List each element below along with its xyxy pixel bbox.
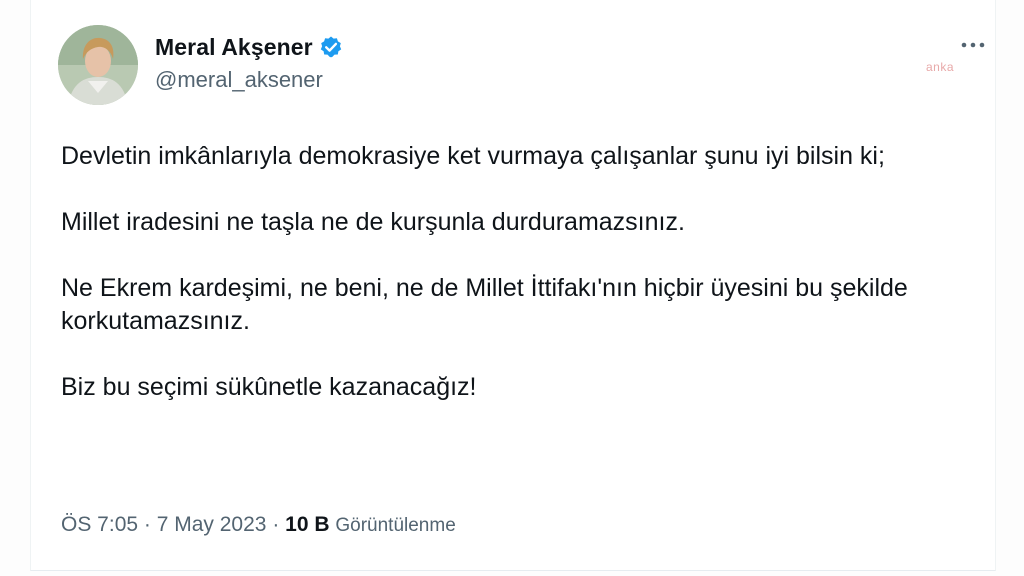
tweet-card: Meral Akşener @meral_aksener anka Devlet… bbox=[30, 0, 996, 571]
user-handle[interactable]: @meral_aksener bbox=[155, 67, 343, 93]
views-label: Görüntülenme bbox=[335, 515, 456, 536]
verified-badge-icon bbox=[319, 35, 343, 59]
tweet-paragraph: Biz bu seçimi sükûnetle kazanacağız! bbox=[61, 373, 477, 401]
page-background: Meral Akşener @meral_aksener anka Devlet… bbox=[0, 0, 1024, 576]
more-options-icon[interactable] bbox=[958, 38, 988, 52]
tweet-paragraph: Millet iradesini ne taşla ne de kurşunla… bbox=[61, 208, 685, 236]
meta-separator: · bbox=[266, 513, 286, 536]
tweet-meta: ÖS 7:05 · 7 May 2023 · 10 B Görüntülenme bbox=[61, 513, 456, 537]
views-count: 10 B bbox=[285, 513, 330, 536]
meta-separator: · bbox=[138, 513, 157, 536]
name-row: Meral Akşener bbox=[155, 30, 343, 64]
tweet-time[interactable]: ÖS 7:05 bbox=[61, 513, 138, 537]
tweet-paragraph: Devletin imkânlarıyla demokrasiye ket vu… bbox=[61, 142, 885, 170]
tweet-date[interactable]: 7 May 2023 bbox=[157, 513, 267, 537]
avatar[interactable] bbox=[58, 25, 138, 105]
watermark-logo: anka bbox=[926, 60, 955, 74]
profile-photo-icon bbox=[58, 25, 138, 105]
display-name[interactable]: Meral Akşener bbox=[155, 34, 313, 61]
tweet-text: Devletin imkânlarıyla demokrasiye ket vu… bbox=[61, 140, 981, 437]
tweet-paragraph: Ne Ekrem kardeşimi, ne beni, ne de Mille… bbox=[61, 274, 908, 335]
user-info: Meral Akşener @meral_aksener bbox=[155, 30, 343, 93]
